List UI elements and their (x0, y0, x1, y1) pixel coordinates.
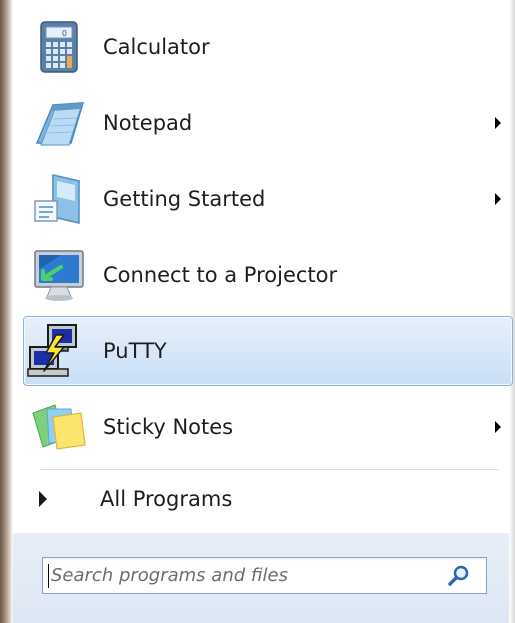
program-label-getting-started: Getting Started (103, 187, 266, 211)
program-item-putty[interactable]: PuTTY (23, 316, 513, 386)
search-icon[interactable] (447, 564, 471, 588)
text-caret (48, 564, 49, 588)
putty-icon (27, 324, 77, 377)
program-label-notepad: Notepad (103, 111, 193, 135)
program-item-getting-started[interactable]: Getting Started (23, 164, 513, 234)
window-edge (0, 0, 13, 623)
search-area: Search programs and files (13, 533, 509, 623)
getting-started-icon (34, 174, 80, 224)
search-placeholder: Search programs and files (51, 565, 288, 586)
submenu-arrow-icon[interactable] (495, 193, 501, 205)
all-programs-button[interactable]: All Programs (23, 472, 513, 527)
start-menu: 0 Calculator Notepad Getting Started Con… (13, 0, 513, 623)
program-item-sticky-notes[interactable]: Sticky Notes (23, 392, 513, 462)
projector-icon (34, 250, 84, 301)
all-programs-label: All Programs (100, 487, 233, 511)
program-item-calculator[interactable]: 0 Calculator (23, 12, 513, 82)
program-label-connect-to-a-projector: Connect to a Projector (103, 263, 338, 287)
program-label-calculator: Calculator (103, 35, 210, 59)
arrow-right-icon (39, 491, 47, 507)
calculator-icon: 0 (40, 21, 78, 73)
submenu-arrow-icon[interactable] (495, 117, 501, 129)
program-label-putty: PuTTY (103, 339, 167, 363)
notepad-icon (35, 102, 85, 146)
separator (41, 469, 499, 470)
submenu-arrow-icon[interactable] (495, 421, 501, 433)
program-item-connect-to-a-projector[interactable]: Connect to a Projector (23, 240, 513, 310)
search-input[interactable]: Search programs and files (42, 557, 487, 594)
sticky-notes-icon (32, 404, 86, 450)
program-label-sticky-notes: Sticky Notes (103, 415, 234, 439)
svg-text:0: 0 (62, 29, 67, 38)
program-item-notepad[interactable]: Notepad (23, 88, 513, 158)
